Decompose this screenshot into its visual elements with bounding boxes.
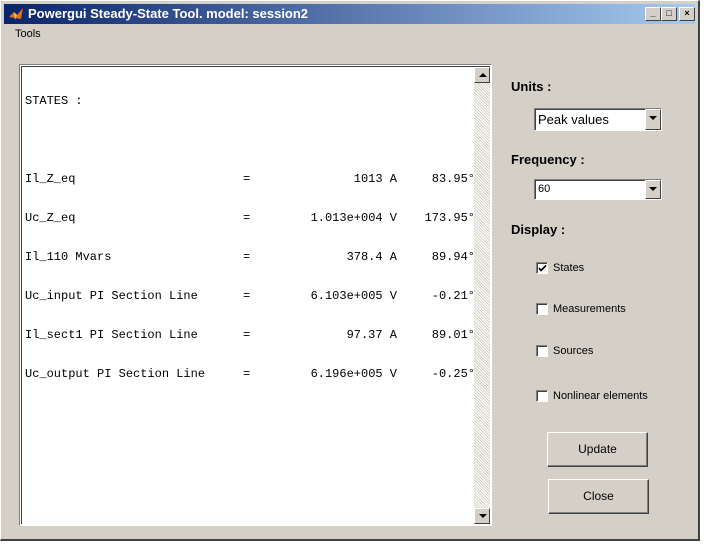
scroll-down-button[interactable] <box>474 508 490 524</box>
units-select[interactable]: Peak values <box>534 108 662 131</box>
display-label: Display : <box>511 222 566 237</box>
sources-checkbox-label: Sources <box>553 345 594 357</box>
scroll-up-button[interactable] <box>474 67 490 83</box>
output-header: STATES : <box>25 94 83 108</box>
chevron-down-icon <box>649 187 657 191</box>
output-row: Uc_Z_eq = 1.013e+004 V 173.95° <box>25 211 475 225</box>
frequency-selected-value: 60 <box>538 183 551 195</box>
states-checkbox-label: States <box>553 262 585 274</box>
output-row: Il_Z_eq = 1013 A 83.95° <box>25 172 475 186</box>
states-text: STATES : Il_Z_eq = 1013 A 83.95° Uc_Z_eq… <box>25 69 475 407</box>
arrow-down-icon <box>479 514 487 518</box>
frequency-dropdown-button[interactable] <box>645 180 661 199</box>
output-row: Il_110 Mvars = 378.4 A 89.94° <box>25 250 475 264</box>
maximize-icon: □ <box>666 8 672 18</box>
output-row: Uc_output PI Section Line = 6.196e+005 V… <box>25 367 475 381</box>
window-title: Powergui Steady-State Tool. model: sessi… <box>28 6 309 21</box>
measurements-checkbox-label: Measurements <box>553 303 626 315</box>
close-window-button[interactable]: × <box>679 7 695 21</box>
units-selected-value: Peak values <box>538 112 609 127</box>
frequency-select[interactable]: 60 <box>534 179 662 200</box>
menu-bar: Tools <box>4 25 695 43</box>
maximize-button[interactable]: □ <box>661 7 677 21</box>
matlab-icon <box>9 8 23 20</box>
steady-state-window: Powergui Steady-State Tool. model: sessi… <box>0 0 700 541</box>
states-output-panel[interactable]: STATES : Il_Z_eq = 1013 A 83.95° Uc_Z_eq… <box>19 64 492 526</box>
update-button[interactable]: Update <box>547 432 648 467</box>
nonlinear-elements-checkbox-label: Nonlinear elements <box>553 390 648 402</box>
close-button[interactable]: Close <box>548 479 649 514</box>
title-bar[interactable]: Powergui Steady-State Tool. model: sessi… <box>4 4 695 24</box>
units-dropdown-button[interactable] <box>645 109 661 130</box>
vertical-scrollbar[interactable] <box>474 67 490 524</box>
minimize-icon: _ <box>650 8 656 18</box>
chevron-down-icon <box>649 116 657 120</box>
arrow-up-icon <box>479 73 487 77</box>
checkmark-icon <box>538 264 547 272</box>
menu-tools[interactable]: Tools <box>15 28 41 40</box>
units-label: Units : <box>511 79 552 94</box>
output-row: Il_sect1 PI Section Line = 97.37 A 89.01… <box>25 328 475 342</box>
close-icon: × <box>684 8 690 18</box>
output-row: Uc_input PI Section Line = 6.103e+005 V … <box>25 289 475 303</box>
minimize-button[interactable]: _ <box>645 7 661 21</box>
frequency-label: Frequency : <box>511 152 585 167</box>
